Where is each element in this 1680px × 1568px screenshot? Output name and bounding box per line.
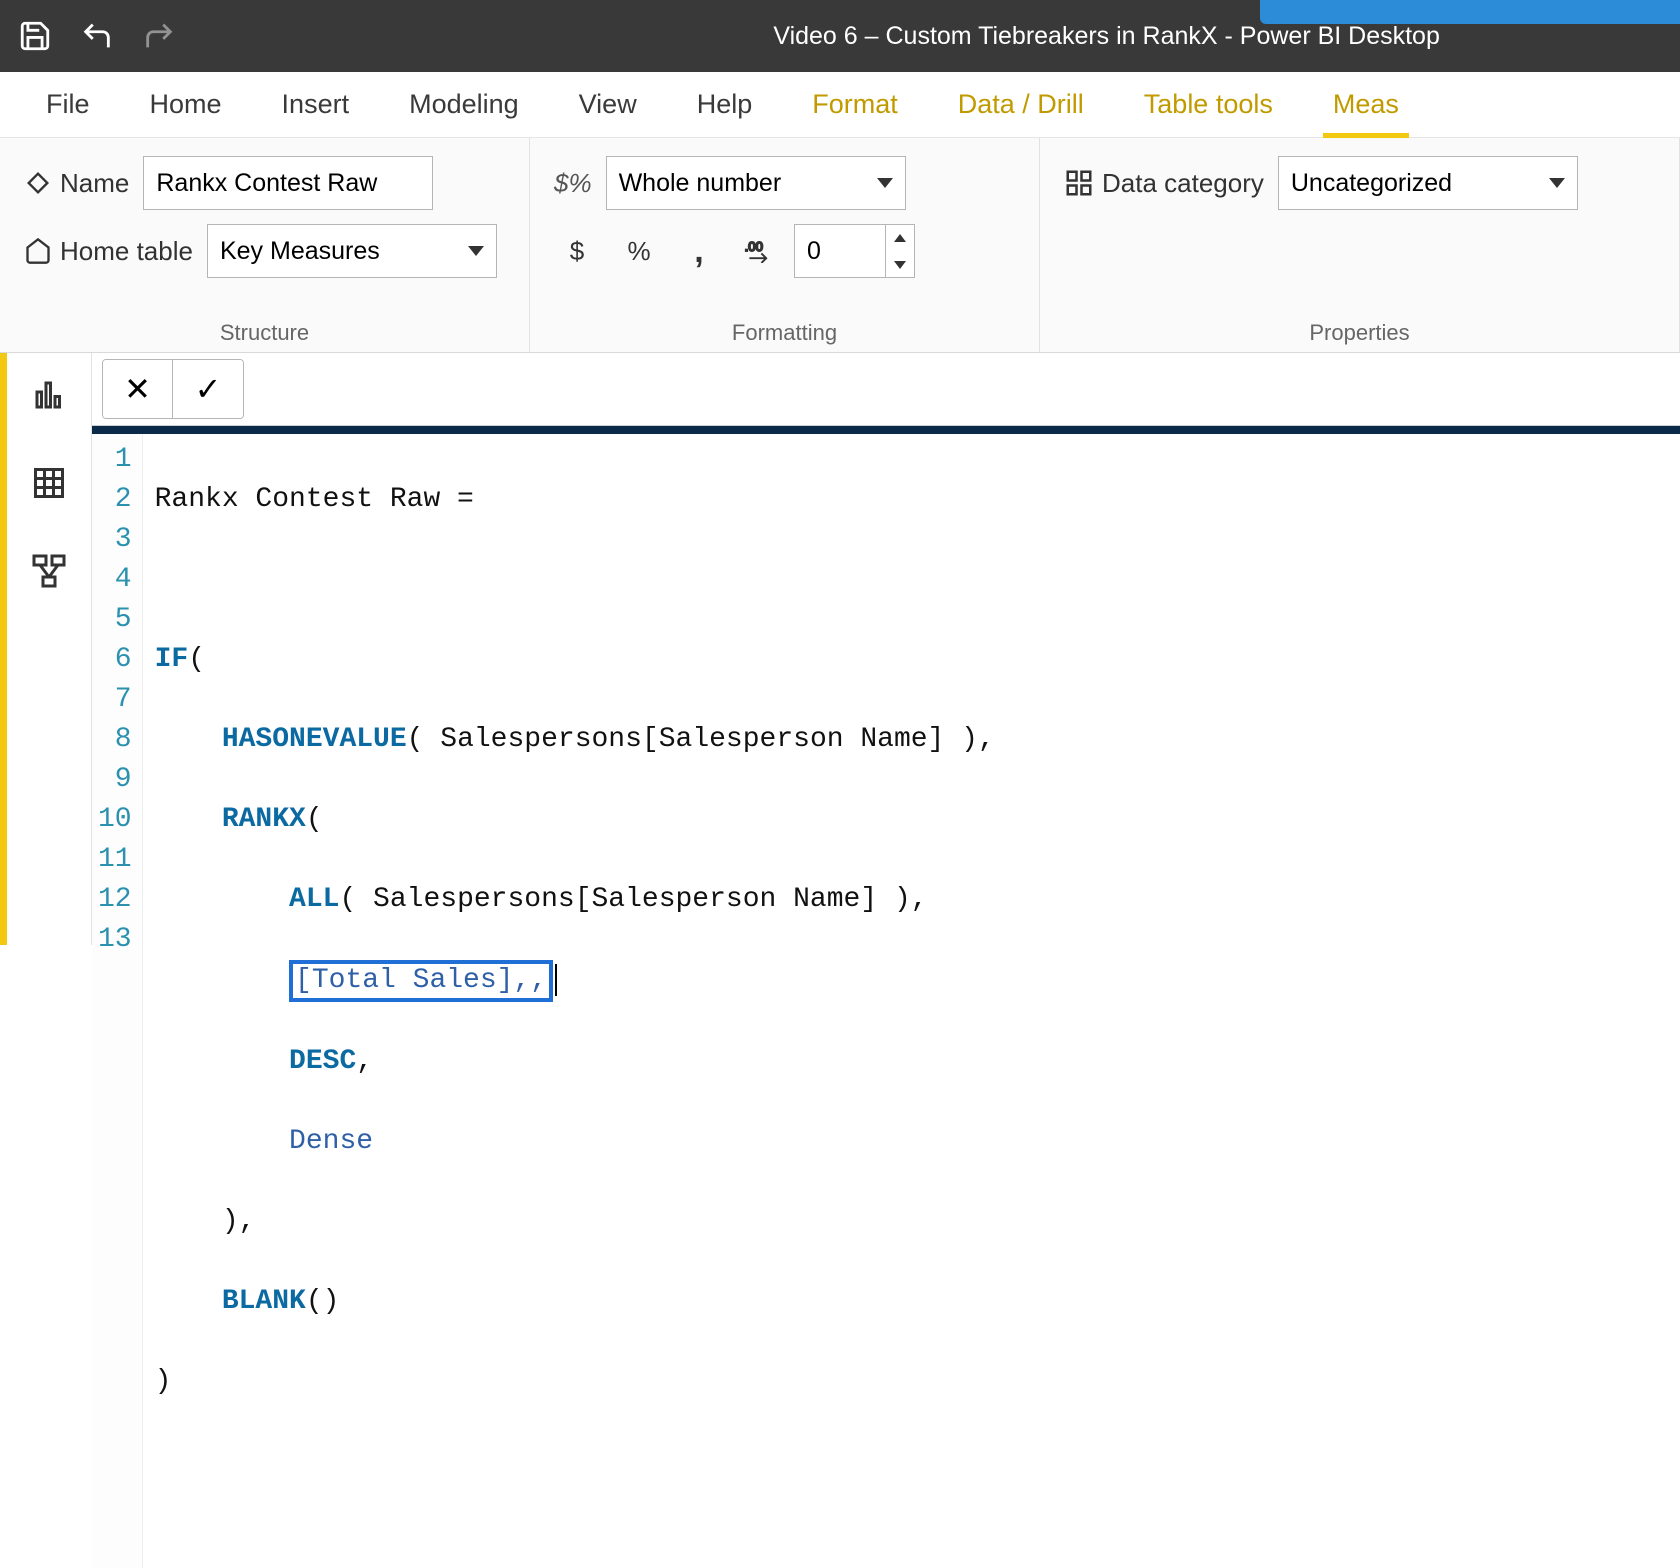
currency-button[interactable]: $: [554, 226, 604, 276]
dax-editor[interactable]: 1 2 3 4 5 6 7 8 9 10 11 12 13 Rankx Cont…: [92, 426, 1680, 1568]
text-cursor: [555, 964, 557, 996]
code-func: BLANK: [222, 1286, 306, 1317]
decimal-places-input[interactable]: [795, 237, 885, 266]
view-switcher: [7, 353, 92, 945]
format-value: Whole number: [619, 169, 782, 198]
tab-table-tools[interactable]: Table tools: [1140, 81, 1277, 138]
code-text: (: [188, 644, 205, 675]
formula-toolbar: ✕ ✓: [92, 353, 1680, 426]
measure-name-input[interactable]: [143, 156, 433, 210]
tab-modeling[interactable]: Modeling: [405, 81, 523, 138]
tab-file[interactable]: File: [42, 81, 94, 138]
quick-access-toolbar: [18, 19, 176, 53]
line-number: 4: [98, 560, 132, 600]
data-category-value: Uncategorized: [1291, 169, 1452, 198]
code-keyword: IF: [155, 644, 189, 675]
tab-home[interactable]: Home: [146, 81, 226, 138]
home-table-label-text: Home table: [60, 236, 193, 267]
line-number: 13: [98, 920, 132, 960]
commit-formula-button[interactable]: ✓: [173, 360, 243, 418]
ribbon-group-structure: Name Home table Key Measures Structure: [0, 138, 530, 352]
code-enum: Dense: [289, 1126, 373, 1157]
svg-text:.00: .00: [745, 239, 763, 254]
code-text: ( Salespersons[Salesperson Name] ),: [407, 724, 995, 755]
code-text: ),: [222, 1206, 256, 1237]
data-view-button[interactable]: [25, 459, 73, 507]
name-label-text: Name: [60, 168, 129, 199]
ribbon-group-formatting: $% Whole number $ % , .00 Formatting: [530, 138, 1040, 352]
save-button[interactable]: [18, 19, 52, 53]
home-table-select[interactable]: Key Measures: [207, 224, 497, 278]
line-number: 12: [98, 880, 132, 920]
main-area: ✕ ✓ 1 2 3 4 5 6 7 8 9 10 11 12 13 Rankx …: [0, 353, 1680, 945]
redo-button[interactable]: [142, 19, 176, 53]
undo-button[interactable]: [80, 19, 114, 53]
home-table-value: Key Measures: [220, 237, 380, 266]
formula-editor: ✕ ✓ 1 2 3 4 5 6 7 8 9 10 11 12 13 Rankx …: [92, 353, 1680, 945]
line-number: 9: [98, 760, 132, 800]
window-title: Video 6 – Custom Tiebreakers in RankX - …: [773, 22, 1440, 51]
ribbon-group-properties: Data category Uncategorized Properties: [1040, 138, 1680, 352]
decimal-places-spinner[interactable]: [794, 224, 915, 278]
data-category-label: Data category: [1064, 168, 1264, 199]
code-func: RANKX: [222, 804, 306, 835]
report-view-button[interactable]: [25, 371, 73, 419]
name-label: Name: [24, 168, 129, 199]
line-number: 11: [98, 840, 132, 880]
ribbon-tabs: File Home Insert Modeling View Help Form…: [0, 72, 1680, 138]
code-text: (): [306, 1286, 340, 1317]
group-label-properties: Properties: [1064, 314, 1655, 346]
spinner-up[interactable]: [886, 224, 914, 251]
ribbon-body: Name Home table Key Measures Structure $…: [0, 138, 1680, 353]
code-text: ( Salespersons[Salesperson Name] ),: [339, 884, 927, 915]
code-text: (: [306, 804, 323, 835]
code-func: HASONEVALUE: [222, 724, 407, 755]
tab-data-drill[interactable]: Data / Drill: [954, 81, 1088, 138]
tab-insert[interactable]: Insert: [278, 81, 354, 138]
tab-format[interactable]: Format: [808, 81, 902, 138]
group-label-formatting: Formatting: [554, 314, 1015, 346]
decimal-button[interactable]: .00: [734, 226, 784, 276]
cancel-formula-button[interactable]: ✕: [103, 360, 173, 418]
data-category-select[interactable]: Uncategorized: [1278, 156, 1578, 210]
tab-view[interactable]: View: [575, 81, 641, 138]
model-view-button[interactable]: [25, 547, 73, 595]
percent-button[interactable]: %: [614, 226, 664, 276]
code-text: ): [155, 1366, 172, 1397]
line-number: 7: [98, 680, 132, 720]
line-gutter: 1 2 3 4 5 6 7 8 9 10 11 12 13: [92, 434, 143, 1568]
title-accent-bar: [1260, 0, 1680, 24]
line-number: 2: [98, 480, 132, 520]
titlebar: Video 6 – Custom Tiebreakers in RankX - …: [0, 0, 1680, 72]
line-number: 1: [98, 440, 132, 480]
format-icon: $%: [554, 168, 592, 199]
code-func: ALL: [289, 884, 339, 915]
chevron-down-icon: [877, 178, 893, 188]
code-lines[interactable]: Rankx Contest Raw = IF( HASONEVALUE( Sal…: [143, 434, 1007, 1568]
home-table-label: Home table: [24, 236, 193, 267]
tab-measure-tools[interactable]: Meas: [1329, 81, 1403, 138]
line-number: 8: [98, 720, 132, 760]
code-ref: [Total Sales],,: [295, 965, 547, 996]
chevron-down-icon: [1549, 178, 1565, 188]
line-number: 3: [98, 520, 132, 560]
code-enum: DESC: [289, 1046, 356, 1077]
line-number: 6: [98, 640, 132, 680]
selection-highlight: [Total Sales],,: [289, 960, 553, 1002]
format-select[interactable]: Whole number: [606, 156, 906, 210]
data-category-label-text: Data category: [1102, 168, 1264, 199]
code-text: ,: [356, 1046, 373, 1077]
tab-help[interactable]: Help: [693, 81, 757, 138]
group-label-structure: Structure: [24, 314, 505, 346]
line-number: 10: [98, 800, 132, 840]
comma-button[interactable]: ,: [674, 226, 724, 276]
chevron-down-icon: [468, 246, 484, 256]
spinner-down[interactable]: [886, 251, 914, 278]
code-text: Rankx Contest Raw =: [155, 484, 491, 515]
line-number: 5: [98, 600, 132, 640]
